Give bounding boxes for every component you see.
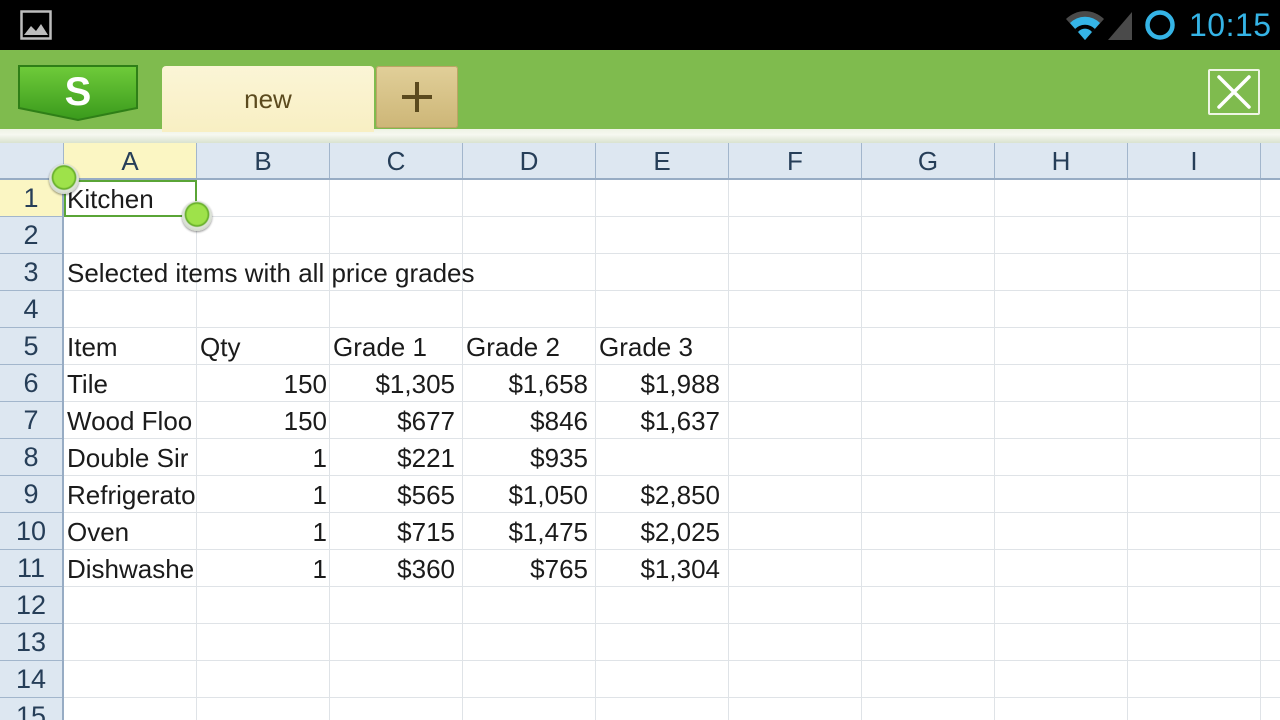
cell-c9[interactable]: $565: [330, 476, 455, 513]
cell-d6[interactable]: $1,658: [463, 365, 588, 402]
row-header-12[interactable]: 12: [0, 587, 62, 624]
row-header-3[interactable]: 3: [0, 254, 62, 291]
column-header-b[interactable]: B: [197, 143, 330, 178]
row-header-2[interactable]: 2: [0, 217, 62, 254]
cell-selection: [64, 180, 197, 217]
grid-line: [994, 180, 995, 720]
tab-label: new: [244, 84, 292, 114]
cell-b11[interactable]: 1: [197, 550, 327, 587]
app-logo-button[interactable]: S: [17, 64, 139, 122]
cell-e9[interactable]: $2,850: [596, 476, 720, 513]
cell-c11[interactable]: $360: [330, 550, 455, 587]
cell-c5[interactable]: Grade 1: [333, 328, 427, 365]
cell-area[interactable]: Kitchen Selected items with all price gr…: [64, 180, 1280, 720]
column-headers: A B C D E F G H I: [0, 143, 1280, 180]
add-tab-button[interactable]: [376, 66, 458, 128]
loading-icon: [1145, 10, 1175, 40]
row-headers: 1 2 3 4 5 6 7 8 9 10 11 12 13 14 15: [0, 180, 64, 720]
cell-e8[interactable]: [596, 439, 720, 476]
cell-a5[interactable]: Item: [67, 328, 118, 365]
column-header-f[interactable]: F: [729, 143, 862, 178]
cell-b6[interactable]: 150: [197, 365, 327, 402]
grid-line: [64, 623, 1280, 624]
plus-icon: [402, 82, 432, 112]
column-header-i[interactable]: I: [1128, 143, 1261, 178]
row-header-15[interactable]: 15: [0, 698, 62, 720]
column-header-h[interactable]: H: [995, 143, 1128, 178]
grid-line: [64, 216, 1280, 217]
cell-b8[interactable]: 1: [197, 439, 327, 476]
cell-d5[interactable]: Grade 2: [466, 328, 560, 365]
cell-a11[interactable]: Dishwashe: [67, 550, 197, 587]
row-header-13[interactable]: 13: [0, 624, 62, 661]
selection-start-handle[interactable]: [49, 164, 79, 194]
app-logo-letter: S: [65, 70, 92, 114]
wifi-icon: [1066, 11, 1104, 40]
grid-line: [728, 180, 729, 720]
cell-d7[interactable]: $846: [463, 402, 588, 439]
cell-a9[interactable]: Refrigerato: [67, 476, 197, 513]
row-header-10[interactable]: 10: [0, 513, 62, 550]
tab-new[interactable]: new: [162, 66, 374, 132]
cell-c7[interactable]: $677: [330, 402, 455, 439]
close-button[interactable]: [1208, 69, 1260, 115]
cell-e5[interactable]: Grade 3: [599, 328, 693, 365]
cell-e10[interactable]: $2,025: [596, 513, 720, 550]
cell-b7[interactable]: 150: [197, 402, 327, 439]
cell-d9[interactable]: $1,050: [463, 476, 588, 513]
grid-line: [1127, 180, 1128, 720]
grid-line: [64, 660, 1280, 661]
cell-a3[interactable]: Selected items with all price grades: [67, 254, 475, 291]
column-header-a[interactable]: A: [64, 143, 197, 178]
cell-a8[interactable]: Double Sir: [67, 439, 197, 476]
grid-line: [1260, 180, 1261, 720]
selection-end-handle[interactable]: [182, 201, 212, 231]
row-header-4[interactable]: 4: [0, 291, 62, 328]
cell-b10[interactable]: 1: [197, 513, 327, 550]
cell-d10[interactable]: $1,475: [463, 513, 588, 550]
row-header-6[interactable]: 6: [0, 365, 62, 402]
cell-e7[interactable]: $1,637: [596, 402, 720, 439]
row-header-14[interactable]: 14: [0, 661, 62, 698]
row-header-7[interactable]: 7: [0, 402, 62, 439]
grid-line: [861, 180, 862, 720]
status-bar: 10:15: [0, 0, 1280, 50]
cell-a7[interactable]: Wood Floo: [67, 402, 197, 439]
row-header-11[interactable]: 11: [0, 550, 62, 587]
column-header-g[interactable]: G: [862, 143, 995, 178]
row-header-8[interactable]: 8: [0, 439, 62, 476]
cell-c6[interactable]: $1,305: [330, 365, 455, 402]
column-header-c[interactable]: C: [330, 143, 463, 178]
signal-icon: [1108, 12, 1132, 40]
cell-e11[interactable]: $1,304: [596, 550, 720, 587]
row-header-9[interactable]: 9: [0, 476, 62, 513]
image-thumbnail-icon: [20, 10, 52, 40]
cell-a10[interactable]: Oven: [67, 513, 197, 550]
cell-a6[interactable]: Tile: [67, 365, 197, 402]
column-header-d[interactable]: D: [463, 143, 596, 178]
clock: 10:15: [1189, 7, 1272, 43]
row-header-5[interactable]: 5: [0, 328, 62, 365]
cell-d8[interactable]: $935: [463, 439, 588, 476]
cell-c8[interactable]: $221: [330, 439, 455, 476]
cell-d11[interactable]: $765: [463, 550, 588, 587]
cell-e6[interactable]: $1,988: [596, 365, 720, 402]
cell-c10[interactable]: $715: [330, 513, 455, 550]
cell-b9[interactable]: 1: [197, 476, 327, 513]
close-icon: [1217, 75, 1251, 109]
column-header-e[interactable]: E: [596, 143, 729, 178]
grid-line: [64, 697, 1280, 698]
cell-b5[interactable]: Qty: [200, 328, 240, 365]
